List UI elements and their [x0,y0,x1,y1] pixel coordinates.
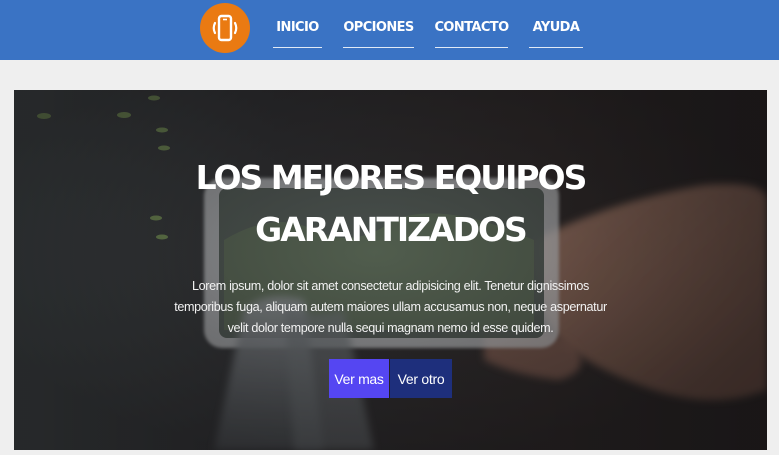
logo[interactable] [200,3,250,53]
hero-title: LOS MEJORES EQUIPOS GARANTIZADOS [164,152,617,256]
hero-title-line1: LOS MEJORES EQUIPOS [195,158,588,197]
hero-content: LOS MEJORES EQUIPOS GARANTIZADOS Lorem i… [14,90,767,450]
ver-mas-button[interactable]: Ver mas [329,359,389,398]
hero-banner: LOS MEJORES EQUIPOS GARANTIZADOS Lorem i… [14,90,767,450]
top-navbar: INICIO OPCIONES CONTACTO AYUDA [0,0,779,60]
hero-description: Lorem ipsum, dolor sit amet consectetur … [174,279,607,335]
nav-item-contacto[interactable]: CONTACTO [434,0,509,48]
nav-item-opciones[interactable]: OPCIONES [343,0,414,48]
ver-otro-button[interactable]: Ver otro [390,359,452,398]
nav-item-ayuda[interactable]: AYUDA [529,0,583,48]
hero-title-line2: GARANTIZADOS [255,210,528,249]
nav-item-inicio[interactable]: INICIO [273,0,322,48]
phone-vibrate-icon [212,14,238,42]
